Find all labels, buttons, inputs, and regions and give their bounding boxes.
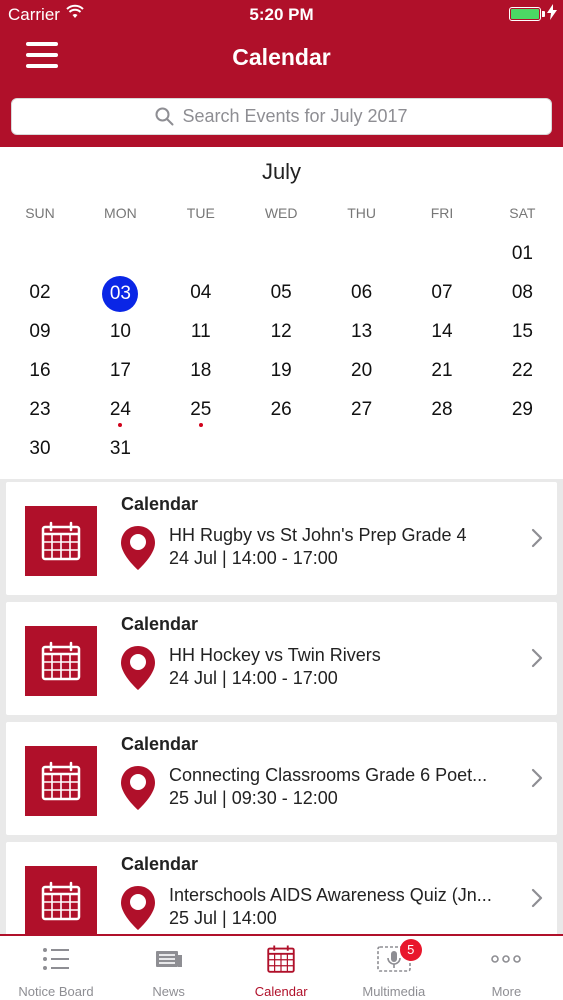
- day-20[interactable]: 20: [322, 354, 402, 388]
- event-card[interactable]: Calendar Interschools AIDS Awareness Qui…: [6, 842, 557, 934]
- more-icon: [450, 944, 562, 974]
- calendar-icon: [25, 866, 97, 934]
- chevron-right-icon: [531, 648, 543, 673]
- day-22[interactable]: 22: [482, 354, 562, 388]
- day-01[interactable]: 01: [482, 237, 562, 271]
- tab-label: Multimedia: [362, 984, 426, 999]
- calendar-icon: [225, 944, 337, 974]
- day-02[interactable]: 02: [0, 276, 80, 310]
- tab-label: Notice Board: [18, 984, 94, 999]
- status-time: 5:20 PM: [249, 5, 314, 24]
- event-title: HH Hockey vs Twin Rivers: [169, 645, 381, 665]
- location-pin-icon: [119, 884, 157, 934]
- tab-more[interactable]: More: [450, 936, 562, 1000]
- tab-calendar[interactable]: Calendar: [225, 936, 337, 1000]
- status-bar: Carrier 5:20 PM: [0, 0, 563, 30]
- app-header: Carrier 5:20 PM Calendar Search Events f…: [0, 0, 563, 147]
- event-category: Calendar: [121, 614, 199, 634]
- day-11[interactable]: 11: [161, 315, 241, 349]
- day-27[interactable]: 27: [322, 393, 402, 427]
- weekday-tue: TUE: [186, 205, 215, 221]
- tab-label: More: [491, 984, 522, 999]
- location-pin-icon: [119, 764, 157, 817]
- tab-label: News: [152, 984, 185, 999]
- day-03[interactable]: 03: [80, 276, 160, 312]
- battery-icon: [509, 7, 541, 21]
- event-card[interactable]: Calendar Connecting Classrooms Grade 6 P…: [6, 722, 557, 835]
- event-datetime: 24 Jul | 14:00 - 17:00: [169, 668, 338, 688]
- day-06[interactable]: 06: [322, 276, 402, 310]
- search-placeholder: Search Events for July 2017: [182, 106, 408, 126]
- event-list: Calendar HH Rugby vs St John's Prep Grad…: [0, 479, 563, 934]
- search-icon: [155, 107, 174, 126]
- news-icon: [113, 944, 225, 974]
- location-pin-icon: [119, 644, 157, 697]
- day-25[interactable]: 25: [161, 393, 241, 427]
- weekday-wed: WED: [264, 205, 298, 221]
- day-09[interactable]: 09: [0, 315, 80, 349]
- day-13[interactable]: 13: [322, 315, 402, 349]
- day-24[interactable]: 24: [80, 393, 160, 427]
- event-card[interactable]: Calendar HH Rugby vs St John's Prep Grad…: [6, 482, 557, 595]
- calendar-icon: [25, 746, 97, 816]
- location-pin-icon: [119, 524, 157, 577]
- day-15[interactable]: 15: [482, 315, 562, 349]
- chevron-right-icon: [531, 768, 543, 793]
- day-31[interactable]: 31: [80, 432, 160, 466]
- day-29[interactable]: 29: [482, 393, 562, 427]
- weekday-mon: MON: [104, 205, 137, 221]
- day-30[interactable]: 30: [0, 432, 80, 466]
- day-21[interactable]: 21: [402, 354, 482, 388]
- microphone-icon: [338, 944, 450, 974]
- tab-news[interactable]: News: [113, 936, 225, 1000]
- day-12[interactable]: 12: [241, 315, 321, 349]
- event-datetime: 25 Jul | 14:00: [169, 908, 277, 928]
- day-16[interactable]: 16: [0, 354, 80, 388]
- day-23[interactable]: 23: [0, 393, 80, 427]
- event-category: Calendar: [121, 734, 199, 754]
- tab-bar: Notice Board News Calendar Multimedia 5 …: [0, 934, 563, 1000]
- day-04[interactable]: 04: [161, 276, 241, 310]
- list-icon: [0, 944, 112, 974]
- event-title: HH Rugby vs St John's Prep Grade 4: [169, 525, 467, 545]
- event-datetime: 25 Jul | 09:30 - 12:00: [169, 788, 338, 808]
- day-28[interactable]: 28: [402, 393, 482, 427]
- day-08[interactable]: 08: [482, 276, 562, 310]
- page-title: Calendar: [232, 44, 331, 70]
- tab-label: Calendar: [254, 984, 308, 999]
- search-input[interactable]: Search Events for July 2017: [11, 98, 552, 135]
- tab-multimedia[interactable]: Multimedia 5: [338, 936, 450, 1000]
- event-title: Interschools AIDS Awareness Quiz (Jn...: [169, 885, 492, 905]
- event-title: Connecting Classrooms Grade 6 Poet...: [169, 765, 488, 785]
- day-05[interactable]: 05: [241, 276, 321, 310]
- chevron-right-icon: [531, 528, 543, 553]
- event-category: Calendar: [121, 854, 199, 874]
- month-title: July: [261, 159, 302, 184]
- chevron-right-icon: [531, 888, 543, 913]
- tab-notice-board[interactable]: Notice Board: [0, 936, 112, 1000]
- day-07[interactable]: 07: [402, 276, 482, 310]
- weekday-sat: SAT: [509, 205, 536, 221]
- weekday-thu: THU: [347, 205, 376, 221]
- event-card[interactable]: Calendar HH Hockey vs Twin Rivers 24 Jul…: [6, 602, 557, 715]
- event-category: Calendar: [121, 494, 199, 514]
- day-17[interactable]: 17: [80, 354, 160, 388]
- charging-icon: [547, 4, 557, 20]
- day-10[interactable]: 10: [80, 315, 160, 349]
- weekday-fri: FRI: [430, 205, 454, 221]
- day-14[interactable]: 14: [402, 315, 482, 349]
- event-datetime: 24 Jul | 14:00 - 17:00: [169, 548, 338, 568]
- day-26[interactable]: 26: [241, 393, 321, 427]
- day-18[interactable]: 18: [161, 354, 241, 388]
- month-calendar: July SUN MON TUE WED THU FRI SAT 01 02 03 04 05 06 07…: [0, 147, 563, 479]
- event-dot: [198, 423, 203, 427]
- battery-tip: [542, 11, 545, 17]
- notification-badge: 5: [399, 939, 422, 961]
- calendar-icon: [25, 626, 97, 696]
- calendar-icon: [25, 506, 97, 576]
- day-19[interactable]: 19: [241, 354, 321, 388]
- weekday-sun: SUN: [25, 205, 55, 221]
